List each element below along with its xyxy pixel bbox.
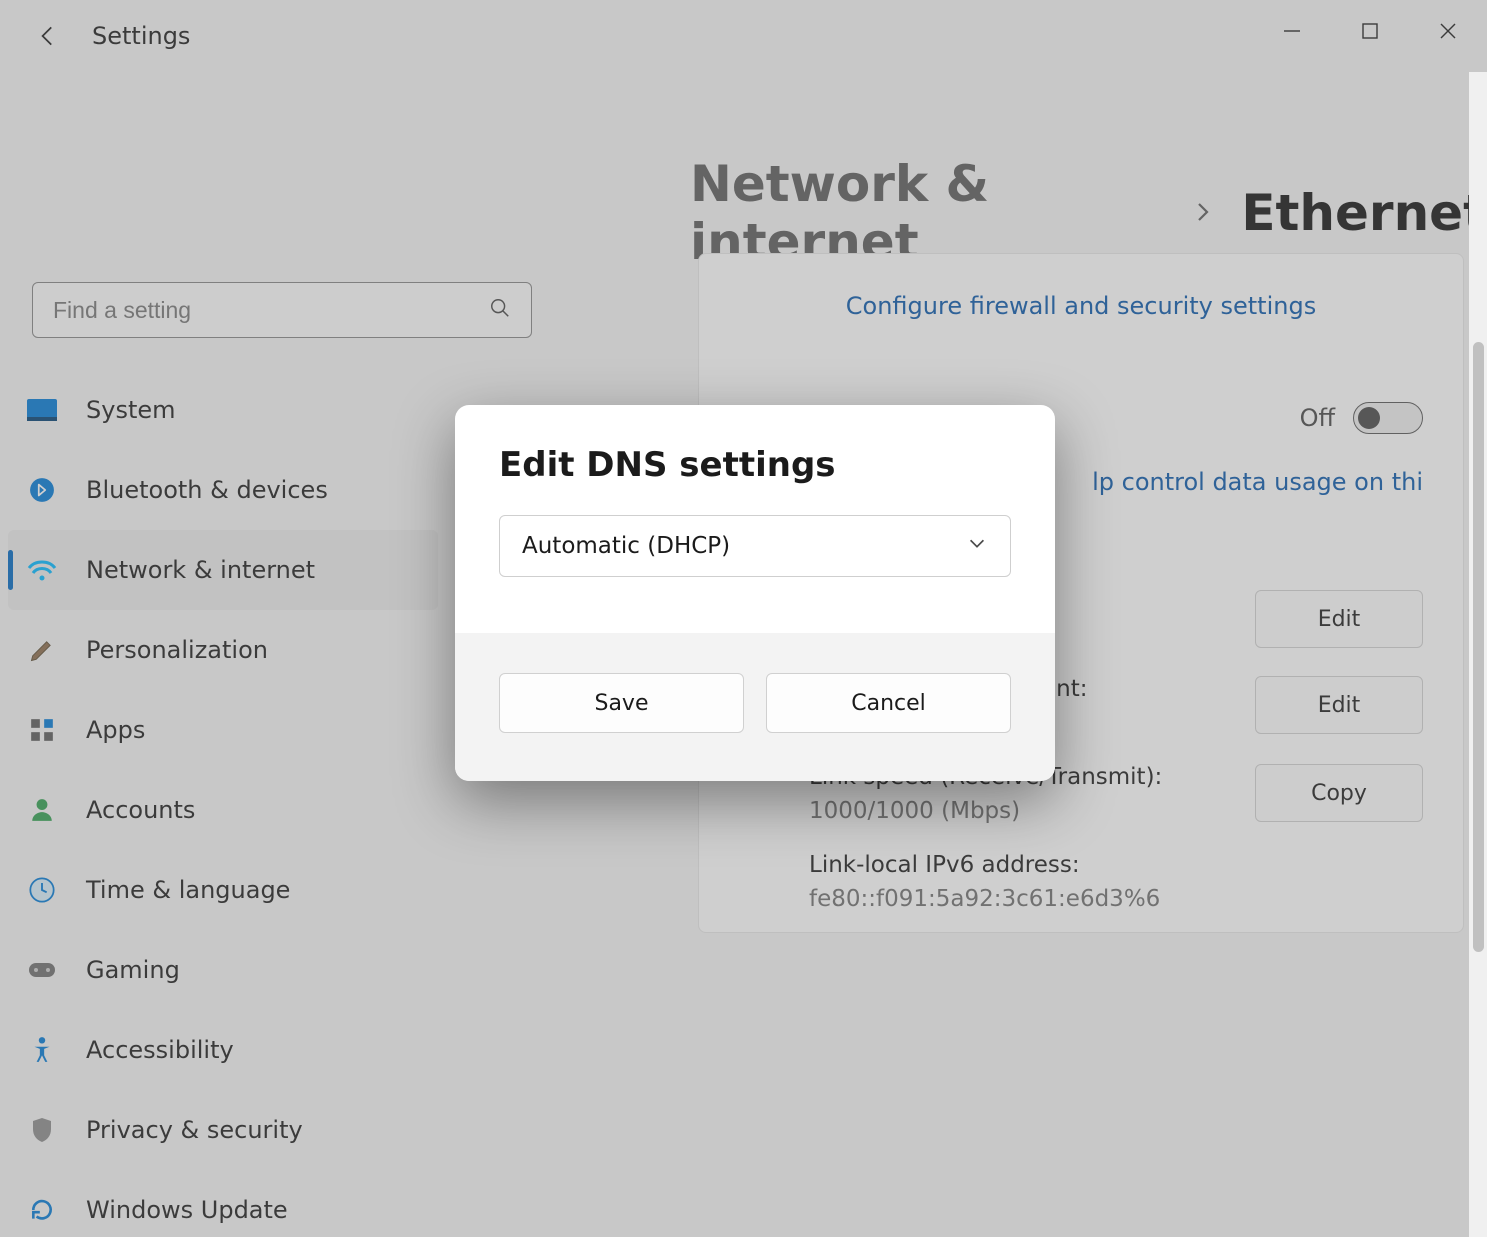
settings-window: Settings System [0, 0, 1487, 1237]
scrollbar-thumb[interactable] [1473, 342, 1484, 952]
window-close-button[interactable] [1409, 0, 1487, 62]
nav-item-apps[interactable]: Apps [8, 690, 438, 770]
nav-item-gaming[interactable]: Gaming [8, 930, 438, 1010]
globe-clock-icon [24, 872, 60, 908]
ipv6-value: fe80::f091:5a92:3c61:e6d3%6 [809, 886, 1423, 912]
update-icon [24, 1192, 60, 1228]
maximize-icon [1361, 22, 1379, 40]
search-box[interactable] [32, 282, 532, 338]
nav-label: Personalization [86, 636, 268, 664]
search-input[interactable] [33, 296, 489, 325]
titlebar: Settings [0, 0, 1487, 72]
nav-item-personalization[interactable]: Personalization [8, 610, 438, 690]
nav-label: Windows Update [86, 1196, 288, 1224]
nav-item-windows-update[interactable]: Windows Update [8, 1170, 438, 1237]
chevron-right-icon [1191, 193, 1215, 233]
breadcrumb-current: Ethernet [1241, 184, 1487, 242]
bluetooth-icon [24, 472, 60, 508]
dns-assignment-edit-button[interactable]: Edit [1255, 676, 1423, 734]
settings-nav: System Bluetooth & devices Network & int… [8, 370, 438, 1237]
edit-dns-dialog: Edit DNS settings Automatic (DHCP) Save … [455, 405, 1055, 781]
nav-label: Accounts [86, 796, 195, 824]
dialog-footer: Save Cancel [455, 633, 1055, 781]
save-button[interactable]: Save [499, 673, 744, 733]
nav-label: Apps [86, 716, 145, 744]
nav-label: Privacy & security [86, 1116, 303, 1144]
metered-connection-toggle[interactable] [1353, 402, 1423, 434]
cancel-button[interactable]: Cancel [766, 673, 1011, 733]
dropdown-selected-value: Automatic (DHCP) [522, 533, 730, 559]
back-button[interactable] [28, 16, 68, 56]
link-speed-value: 1000/1000 (Mbps) [809, 798, 1225, 824]
ip-assignment-edit-button[interactable]: Edit [1255, 590, 1423, 648]
nav-item-accounts[interactable]: Accounts [8, 770, 438, 850]
nav-label: Gaming [86, 956, 180, 984]
system-icon [24, 392, 60, 428]
nav-item-network[interactable]: Network & internet [8, 530, 438, 610]
arrow-left-icon [35, 23, 61, 49]
gamepad-icon [24, 952, 60, 988]
nav-label: Time & language [86, 876, 290, 904]
nav-label: Bluetooth & devices [86, 476, 328, 504]
dialog-body: Edit DNS settings Automatic (DHCP) [455, 405, 1055, 633]
nav-label: Network & internet [86, 556, 315, 584]
brush-icon [24, 632, 60, 668]
toggle-knob [1358, 407, 1380, 429]
link-speed-copy-button[interactable]: Copy [1255, 764, 1423, 822]
firewall-settings-link[interactable]: Configure firewall and security settings [699, 254, 1463, 368]
ipv6-label: Link-local IPv6 address: [809, 852, 1423, 878]
nav-item-accessibility[interactable]: Accessibility [8, 1010, 438, 1090]
nav-item-system[interactable]: System [8, 370, 438, 450]
close-icon [1439, 22, 1457, 40]
dialog-title: Edit DNS settings [499, 445, 1011, 485]
nav-item-privacy[interactable]: Privacy & security [8, 1090, 438, 1170]
minimize-icon [1282, 21, 1302, 41]
apps-icon [24, 712, 60, 748]
ipv6-row: Link-local IPv6 address: fe80::f091:5a92… [699, 838, 1463, 912]
nav-item-time-language[interactable]: Time & language [8, 850, 438, 930]
window-maximize-button[interactable] [1331, 0, 1409, 62]
window-caption-buttons [1253, 0, 1487, 62]
metered-description: lp control data usage on thi [1092, 468, 1423, 536]
nav-label: Accessibility [86, 1036, 234, 1064]
chevron-down-icon [966, 532, 988, 560]
accessibility-icon [24, 1032, 60, 1068]
nav-item-bluetooth[interactable]: Bluetooth & devices [8, 450, 438, 530]
wifi-icon [24, 552, 60, 588]
app-title: Settings [92, 22, 190, 50]
nav-label: System [86, 396, 176, 424]
vertical-scrollbar[interactable] [1469, 72, 1487, 1237]
toggle-state-label: Off [1300, 404, 1335, 432]
dns-mode-dropdown[interactable]: Automatic (DHCP) [499, 515, 1011, 577]
search-icon [489, 297, 511, 323]
shield-icon [24, 1112, 60, 1148]
window-minimize-button[interactable] [1253, 0, 1331, 62]
person-icon [24, 792, 60, 828]
